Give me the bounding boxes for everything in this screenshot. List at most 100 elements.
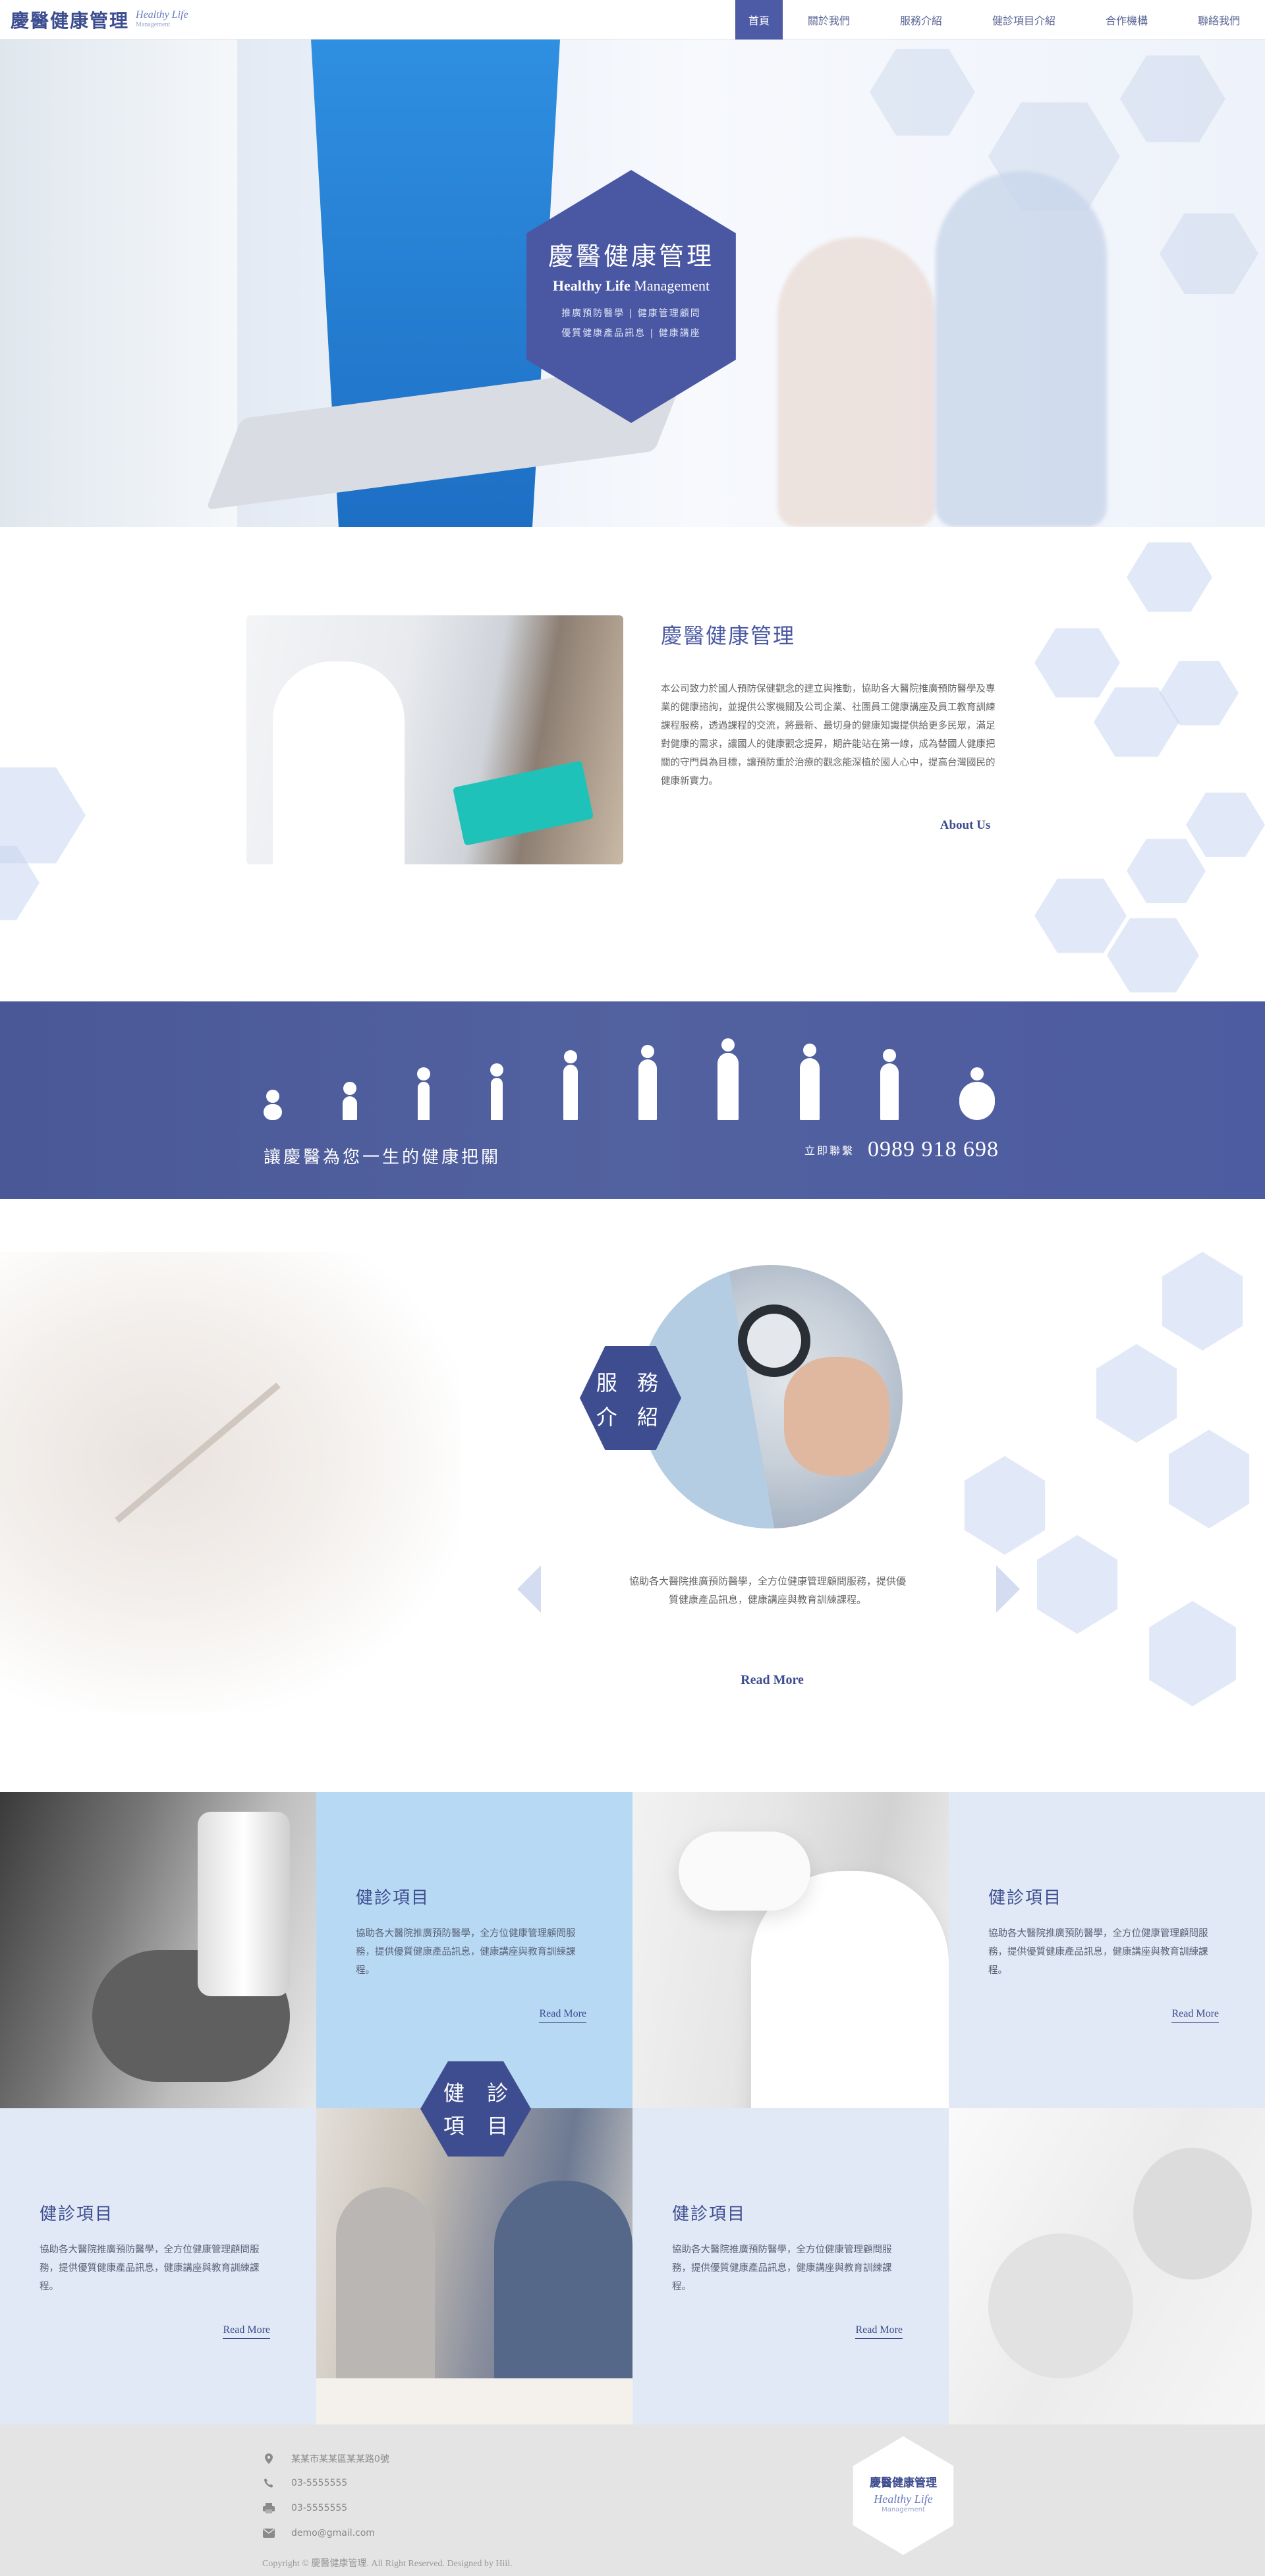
- grid-item-read-more[interactable]: Read More: [855, 2324, 903, 2339]
- prev-arrow-icon[interactable]: [517, 1565, 541, 1613]
- nav-item-checkups[interactable]: 健診項目介紹: [967, 0, 1081, 40]
- grid-item-read-more[interactable]: Read More: [1171, 2008, 1219, 2023]
- grid-photo-arm: [679, 1832, 810, 1911]
- checkup-badge-line2: 項 目: [443, 2114, 517, 2139]
- main-nav: 首頁 關於我們 服務介紹 健診項目介紹 合作機構 聯絡我們: [735, 0, 1265, 40]
- hero-photo-doctor: [936, 171, 1107, 527]
- services-photo-hand: [784, 1357, 889, 1476]
- footer-logo-small: Management: [882, 2506, 925, 2513]
- hero-tagline-2: 優質健康產品訊息 | 健康講座: [561, 328, 701, 339]
- footer-logo[interactable]: 慶醫健康管理 Healthy Life Management: [853, 2436, 954, 2555]
- hero-hex-decor: [1120, 55, 1225, 142]
- next-arrow-icon[interactable]: [996, 1565, 1020, 1613]
- grid-photo-person: [336, 2187, 435, 2385]
- footer-copyright: Copyright © 慶醫健康管理. All Right Reserved. …: [262, 2559, 513, 2569]
- grid-item-desc: 協助各大醫院推廣預防醫學，全方位健康管理顧問服務，提供優質健康產品訊息，健康講座…: [40, 2245, 260, 2292]
- about-hex-decor: [1034, 878, 1127, 953]
- nav-item-contact[interactable]: 聯絡我們: [1173, 0, 1265, 40]
- silhouette-senior-icon: [880, 1049, 899, 1120]
- services-hex-decor: [1036, 1535, 1118, 1634]
- grid-photo-desk: [316, 2378, 632, 2424]
- services-badge-line2: 介 紹: [596, 1405, 665, 1430]
- about-hex-decor: [1127, 542, 1212, 612]
- contact-phone[interactable]: 0989 918 698: [868, 1137, 999, 1162]
- grid-item-title: 健診項目: [356, 1888, 430, 1908]
- logo-text-zh: 慶醫健康管理: [11, 10, 130, 32]
- services-hex-decor: [1162, 1252, 1243, 1351]
- footer-phone-row: 03-5555555: [262, 2477, 347, 2489]
- services-bg-pen: [115, 1382, 281, 1523]
- grid-item-1: 健診項目 協助各大醫院推廣預防醫學，全方位健康管理顧問服務，提供優質健康產品訊息…: [316, 1792, 632, 2108]
- about-hex-decor: [1034, 628, 1120, 698]
- grid-photo-bottle: [198, 1812, 290, 1996]
- grid-item-desc: 協助各大醫院推廣預防醫學，全方位健康管理顧問服務，提供優質健康產品訊息，健康講座…: [672, 2245, 892, 2292]
- nav-item-services[interactable]: 服務介紹: [875, 0, 967, 40]
- services-hex-decor: [1096, 1344, 1177, 1443]
- about-photo: [246, 615, 623, 864]
- silhouette-young-adult-icon: [638, 1045, 658, 1120]
- grid-item-3: 健診項目 協助各大醫院推廣預防醫學，全方位健康管理顧問服務，提供優質健康產品訊息…: [0, 2108, 316, 2424]
- services-hex-decor: [1168, 1430, 1250, 1528]
- email-icon: [262, 2527, 275, 2539]
- grid-item-desc: 協助各大醫院推廣預防醫學，全方位健康管理顧問服務，提供優質健康產品訊息，健康講座…: [356, 1928, 576, 1976]
- nav-item-home[interactable]: 首頁: [735, 0, 783, 40]
- silhouette-baby-icon: [264, 1090, 282, 1120]
- grid-item-read-more[interactable]: Read More: [223, 2324, 270, 2339]
- contact-label: 立即聯繫: [804, 1144, 855, 1157]
- footer-logo-en: Healthy Life: [874, 2492, 933, 2506]
- silhouette-teen-icon: [563, 1050, 578, 1120]
- silhouette-middle-aged-icon: [799, 1044, 820, 1120]
- services-read-more-label: Read More: [741, 1672, 804, 1687]
- services-read-more-button[interactable]: Read More: [729, 1647, 815, 1713]
- about-text: 本公司致力於國人預防保健觀念的建立與推動，協助各大醫院推廣預防醫學及專業的健康諮…: [661, 684, 996, 787]
- nav-item-partners[interactable]: 合作機構: [1081, 0, 1173, 40]
- footer-fax-row: 03-5555555: [262, 2502, 347, 2514]
- banner-slogan: 讓慶醫為您一生的健康把關: [264, 1148, 501, 1167]
- site-logo[interactable]: 慶醫健康管理 Healthy Life Management: [11, 7, 188, 33]
- hero-photo-patient: [777, 237, 936, 527]
- about-hex-decor: [1186, 793, 1265, 857]
- hero-photo-coat: [0, 40, 237, 527]
- about-photo-doctor: [273, 661, 405, 864]
- services-hex-decor: [1149, 1601, 1236, 1706]
- grid-photo-person: [494, 2181, 632, 2392]
- footer-fax: 03-5555555: [291, 2503, 348, 2513]
- hero-hex-decor: [870, 49, 975, 136]
- hero-hex-decor: [1160, 213, 1258, 294]
- hero-banner: 慶醫健康管理 Healthy Life Management 推廣預防醫學 | …: [0, 40, 1265, 527]
- site-header: 慶醫健康管理 Healthy Life Management 首頁 關於我們 服…: [0, 0, 1265, 40]
- footer-logo-zh: 慶醫健康管理: [870, 2477, 937, 2490]
- grid-photo-mother-child: [949, 2108, 1265, 2424]
- nav-item-about[interactable]: 關於我們: [783, 0, 875, 40]
- grid-item-title: 健診項目: [988, 1888, 1063, 1908]
- logo-en-small: Management: [136, 21, 171, 28]
- grid-item-4: 健診項目 協助各大醫院推廣預防醫學，全方位健康管理顧問服務，提供優質健康產品訊息…: [632, 2108, 949, 2424]
- grid-item-title: 健診項目: [40, 2204, 114, 2224]
- footer-address-row: 某某市某某區某某路0號: [262, 2452, 389, 2465]
- silhouette-wheelchair-icon: [959, 1067, 995, 1120]
- grid-item-desc: 協助各大醫院推廣預防醫學，全方位健康管理顧問服務，提供優質健康產品訊息，健康講座…: [988, 1928, 1208, 1976]
- grid-item-title: 健診項目: [672, 2204, 746, 2224]
- footer-address: 某某市某某區某某路0號: [291, 2454, 389, 2465]
- footer-email[interactable]: demo@gmail.com: [291, 2528, 375, 2538]
- hero-title: 慶醫健康管理: [548, 242, 714, 271]
- about-hex-decor: [1127, 839, 1206, 903]
- life-stage-banner: 讓慶醫為您一生的健康把關 立即聯繫 0989 918 698: [0, 1001, 1265, 1199]
- about-title: 慶醫健康管理: [661, 623, 796, 648]
- footer-email-row: demo@gmail.com: [262, 2527, 375, 2539]
- silhouette-toddler-icon: [343, 1082, 358, 1120]
- grid-item-read-more[interactable]: Read More: [539, 2008, 586, 2023]
- footer-phone[interactable]: 03-5555555: [291, 2478, 347, 2488]
- silhouette-boy-icon: [490, 1063, 503, 1120]
- phone-icon: [262, 2477, 275, 2489]
- grid-photo-face: [1133, 2148, 1252, 2280]
- banner-contact[interactable]: 立即聯繫 0989 918 698: [804, 1137, 999, 1162]
- fax-icon: [262, 2502, 275, 2514]
- about-us-button[interactable]: About Us: [936, 806, 995, 845]
- about-hex-decor: [1107, 918, 1199, 993]
- logo-text-en: Healthy Life Management: [136, 10, 188, 30]
- silhouette-child-icon: [417, 1067, 431, 1120]
- grid-photo-strength: [632, 1792, 949, 2108]
- grid-item-2: 健診項目 協助各大醫院推廣預防醫學，全方位健康管理顧問服務，提供優質健康產品訊息…: [949, 1792, 1265, 2108]
- site-footer: 某某市某某區某某路0號 03-5555555 03-5555555 demo@g…: [0, 2424, 1265, 2576]
